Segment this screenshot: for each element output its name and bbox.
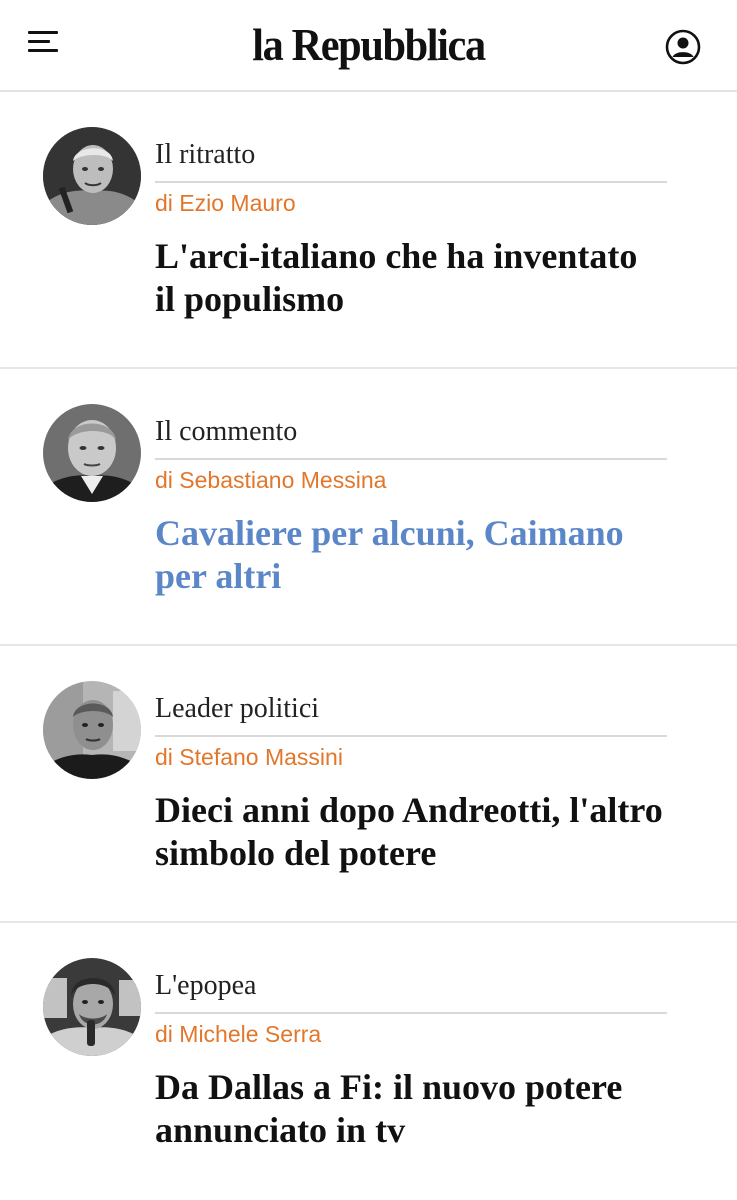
- headline-line: Da Dallas a Fi: il nuovo potere: [155, 1067, 623, 1107]
- article-kicker: L'epopea: [155, 969, 667, 1014]
- article-card[interactable]: Leader politici di Stefano Massini Dieci…: [0, 646, 737, 923]
- article-author[interactable]: di Stefano Massini: [155, 742, 343, 772]
- headline-line: L'arci-italiano che ha inventato: [155, 236, 638, 276]
- author-avatar: [43, 404, 141, 502]
- author-avatar: [43, 681, 141, 779]
- article-headline[interactable]: L'arci-italiano che ha inventato il popu…: [155, 235, 715, 321]
- article-kicker: Il commento: [155, 415, 667, 460]
- headline-line: Dieci anni dopo Andreotti, l'altro: [155, 790, 663, 830]
- article-headline[interactable]: Dieci anni dopo Andreotti, l'altro simbo…: [155, 789, 715, 875]
- article-kicker: Leader politici: [155, 692, 667, 737]
- article-author[interactable]: di Michele Serra: [155, 1019, 321, 1049]
- author-avatar: [43, 958, 141, 1056]
- headline-line: il populismo: [155, 279, 345, 319]
- article-author[interactable]: di Sebastiano Messina: [155, 465, 386, 495]
- headline-line: simbolo del potere: [155, 833, 437, 873]
- article-headline[interactable]: Cavaliere per alcuni, Caimano per altri: [155, 512, 715, 598]
- headline-line: per altri: [155, 556, 282, 596]
- article-kicker: Il ritratto: [155, 138, 667, 183]
- article-card[interactable]: Il commento di Sebastiano Messina Cavali…: [0, 369, 737, 646]
- headline-line: annunciato in tv: [155, 1110, 406, 1150]
- article-card[interactable]: L'epopea di Michele Serra Da Dallas a Fi…: [0, 923, 737, 1200]
- top-bar: la Repubblica: [0, 0, 737, 92]
- article-card[interactable]: Il ritratto di Ezio Mauro L'arci-italian…: [0, 92, 737, 369]
- author-avatar: [43, 127, 141, 225]
- headline-line: Cavaliere per alcuni, Caimano: [155, 513, 624, 553]
- user-account-icon[interactable]: [665, 29, 701, 65]
- site-logo[interactable]: la Repubblica: [29, 18, 707, 72]
- article-author[interactable]: di Ezio Mauro: [155, 188, 296, 218]
- article-headline[interactable]: Da Dallas a Fi: il nuovo potere annuncia…: [155, 1066, 715, 1152]
